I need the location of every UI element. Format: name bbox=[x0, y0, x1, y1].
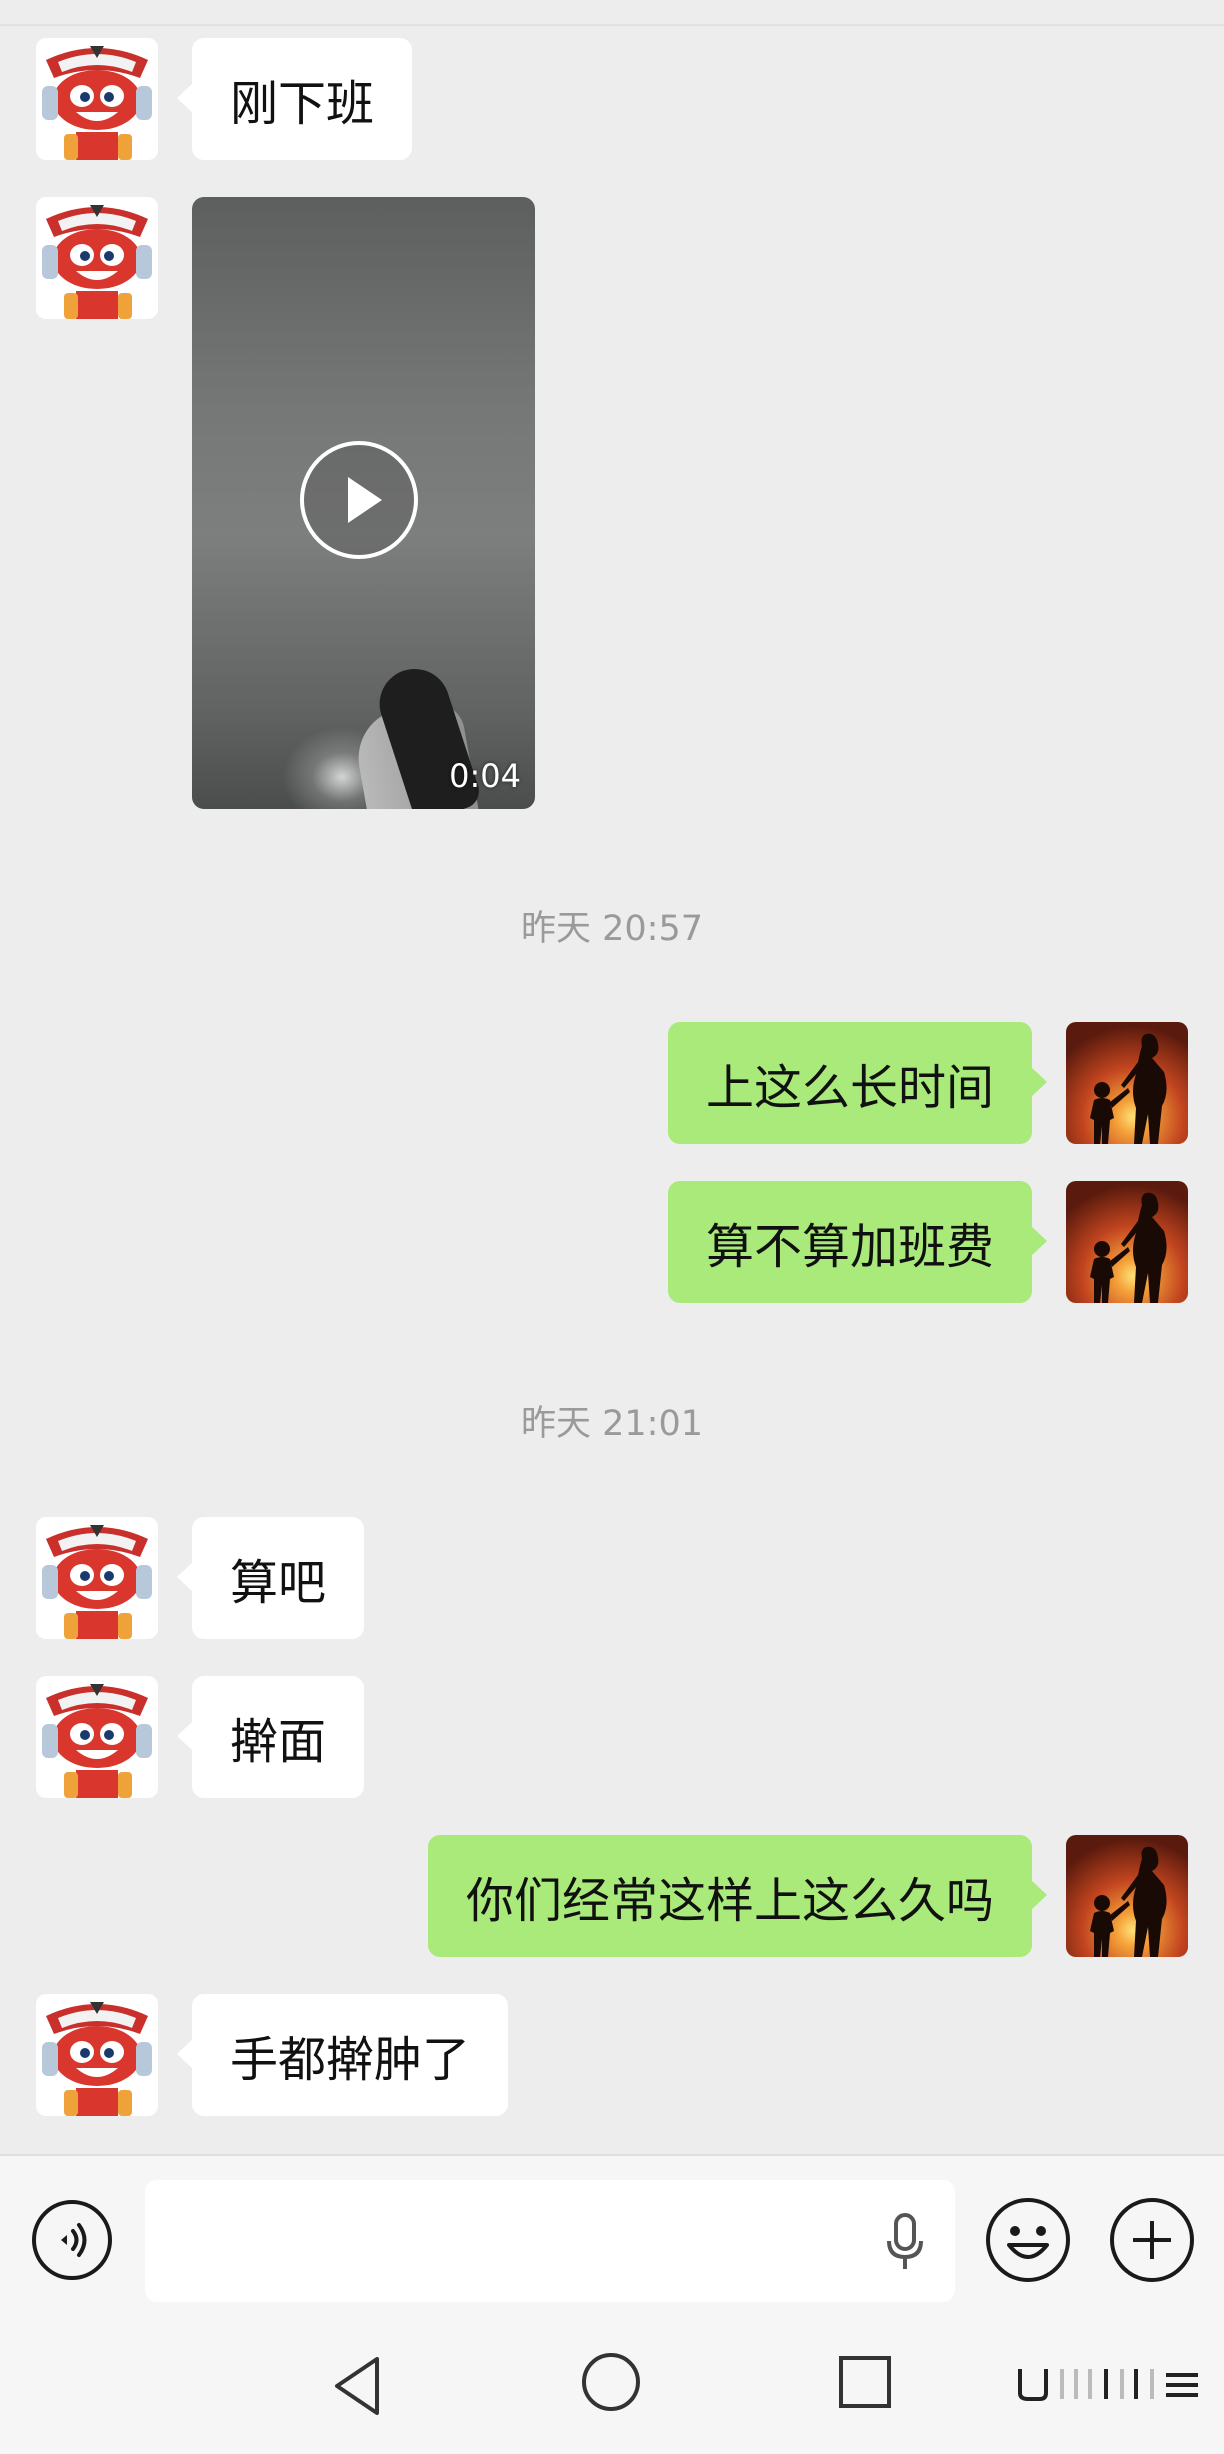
menu-lines-icon[interactable] bbox=[1014, 2363, 1204, 2407]
message-text: 你们经常这样上这么久吗 bbox=[465, 1873, 994, 1929]
message-text: 擀面 bbox=[230, 1714, 327, 1770]
voice-wave-icon[interactable] bbox=[31, 2199, 113, 2281]
circle-home-icon[interactable] bbox=[580, 2351, 642, 2413]
contact-avatar[interactable] bbox=[36, 1517, 158, 1639]
message-bubble-incoming[interactable]: 手都擀肿了 bbox=[176, 1994, 509, 2116]
message-bubble-incoming[interactable]: 算吧 bbox=[176, 1517, 365, 1639]
self-avatar[interactable] bbox=[1066, 1022, 1188, 1144]
message-input[interactable] bbox=[145, 2180, 955, 2302]
play-icon[interactable] bbox=[300, 441, 418, 559]
contact-avatar[interactable] bbox=[36, 1994, 158, 2116]
contact-avatar[interactable] bbox=[36, 197, 158, 319]
message-bubble-outgoing[interactable]: 你们经常这样上这么久吗 bbox=[427, 1835, 1048, 1957]
self-avatar[interactable] bbox=[1066, 1835, 1188, 1957]
contact-avatar[interactable] bbox=[36, 38, 158, 160]
chat-input-bar bbox=[0, 2154, 1224, 2325]
chat-timestamp: 昨天 21:01 bbox=[521, 1404, 703, 1444]
message-bubble-outgoing[interactable]: 上这么长时间 bbox=[667, 1022, 1048, 1144]
message-bubble-incoming[interactable]: 擀面 bbox=[176, 1676, 365, 1798]
message-bubble-outgoing[interactable]: 算不算加班费 bbox=[667, 1181, 1048, 1303]
self-avatar[interactable] bbox=[1066, 1181, 1188, 1303]
smiley-face-icon[interactable] bbox=[985, 2197, 1071, 2283]
top-divider bbox=[0, 24, 1224, 26]
triangle-back-icon[interactable] bbox=[327, 2353, 387, 2419]
chat-timestamp: 昨天 20:57 bbox=[521, 909, 703, 949]
video-message[interactable]: 0:04 bbox=[192, 197, 535, 809]
message-text: 手都擀肿了 bbox=[230, 2032, 471, 2088]
message-text: 上这么长时间 bbox=[705, 1060, 994, 1116]
message-bubble-incoming[interactable]: 刚下班 bbox=[176, 38, 413, 160]
message-text: 算吧 bbox=[230, 1555, 327, 1611]
message-text: 刚下班 bbox=[230, 76, 375, 132]
message-text: 算不算加班费 bbox=[705, 1219, 994, 1275]
microphone-icon[interactable] bbox=[885, 2213, 925, 2275]
square-recents-icon[interactable] bbox=[838, 2355, 892, 2409]
plus-circle-icon[interactable] bbox=[1109, 2197, 1195, 2283]
contact-avatar[interactable] bbox=[36, 1676, 158, 1798]
system-navigation-bar bbox=[0, 2323, 1224, 2454]
video-duration: 0:04 bbox=[449, 757, 521, 795]
